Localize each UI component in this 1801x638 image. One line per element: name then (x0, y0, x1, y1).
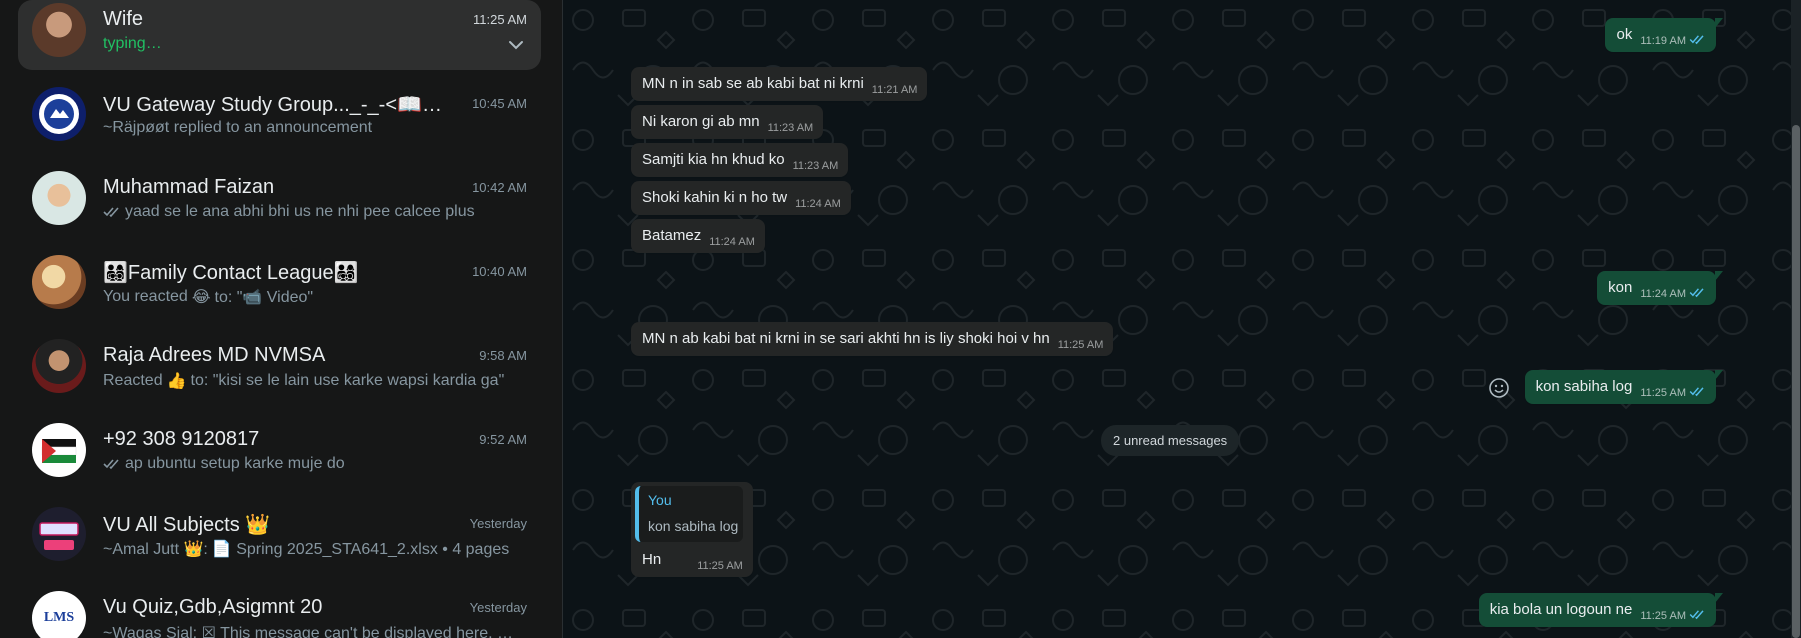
message-text: MN n in sab se ab kabi bat ni krni (642, 75, 864, 92)
quoted-message[interactable]: You kon sabiha log (635, 486, 743, 542)
message-time: 11:21 AM (871, 84, 918, 96)
chat-item-vu-gateway[interactable]: VU Gateway Study Group..._-_-<📖🕵️‍♂️✨...… (18, 84, 541, 154)
chat-name: VU Gateway Study Group..._-_-<📖🕵️‍♂️✨... (103, 94, 463, 116)
message-text: kon sabiha log (1535, 378, 1633, 395)
thumbs-up-emoji-icon: 👍 (166, 373, 187, 390)
read-receipt-icon (1689, 288, 1704, 298)
chat-preview: ap ubuntu setup karke muje do (103, 455, 523, 473)
chat-item-muhammad-faizan[interactable]: Muhammad Faizan 10:42 AM yaad se le ana … (18, 168, 541, 238)
chat-item-phone-number[interactable]: +92 308 9120817 9:52 AM ap ubuntu setup … (18, 420, 541, 490)
chat-time: Yesterday (469, 516, 527, 531)
chat-preview: ~Waqas Sial: ☒ This message can't be dis… (103, 625, 523, 638)
message-outgoing[interactable]: kia bola un logoun ne 11:25 AM (1478, 593, 1724, 627)
avatar (32, 3, 86, 57)
conversation-pane: ok 11:19 AM MN n in sab se ab kabi bat ni… (563, 0, 1801, 638)
message-meta: 11:25 AM (1640, 607, 1706, 626)
message-incoming-reply[interactable]: You kon sabiha log Hn 11:25 AM (631, 482, 753, 577)
chat-list: Wife 11:25 AM typing… VU Gateway Study G… (0, 0, 563, 638)
message-text: Shoki kahin ki n ho tw (642, 189, 788, 206)
laughing-emoji-icon: 😂 (191, 289, 211, 306)
avatar (32, 171, 86, 225)
message-outgoing[interactable]: kon sabiha log 11:25 AM (1524, 370, 1724, 404)
message-outgoing[interactable]: kon 11:24 AM (1597, 271, 1723, 305)
chat-item-wife[interactable]: Wife 11:25 AM typing… (18, 0, 541, 70)
message-text: ok (1616, 26, 1633, 43)
message-meta: 11:24 AM (1640, 285, 1706, 304)
avatar: LMS (32, 591, 86, 638)
chat-name: Raja Adrees MD NVMSA (103, 344, 326, 366)
quote-text: kon sabiha log (648, 518, 739, 534)
scrollbar-thumb[interactable] (1792, 125, 1800, 638)
message-time: 11:24 AM (709, 236, 755, 248)
chat-preview: You reacted 😂 to: "📹 Video" (103, 288, 314, 306)
chat-time: Yesterday (469, 600, 527, 615)
message-text: Hn (642, 551, 662, 568)
read-receipt-icon (1689, 387, 1704, 397)
avatar (32, 339, 86, 393)
message-time: 11:23 AM (767, 122, 814, 134)
double-check-icon (103, 459, 119, 470)
message-incoming[interactable]: Ni karon gi ab mn 11:23 AM (631, 105, 824, 139)
message-time: 11:24 AM (795, 198, 841, 210)
message-incoming[interactable]: Shoki kahin ki n ho tw 11:24 AM (631, 181, 851, 215)
message-text: Ni karon gi ab mn (642, 113, 760, 130)
read-receipt-icon (1689, 35, 1704, 45)
chat-name: 👨‍👩‍👧‍👦Family Contact League👨‍👩‍👧‍👦 (103, 262, 359, 284)
chat-time: 9:58 AM (479, 348, 527, 363)
message-text: MN n ab kabi bat ni krni in se sari akht… (642, 330, 1050, 347)
chat-name: +92 308 9120817 (103, 428, 260, 450)
avatar (32, 423, 86, 477)
chat-name: VU All Subjects 👑 (103, 514, 271, 536)
chat-preview: yaad se le ana abhi bhi us ne nhi pee ca… (103, 203, 523, 221)
double-check-icon (103, 207, 119, 218)
chat-item-family-contact-league[interactable]: 👨‍👩‍👧‍👦Family Contact League👨‍👩‍👧‍👦 10:4… (18, 252, 541, 322)
chat-preview: ~Amal Jutt 👑: 📄 Spring 2025_STA641_2.xls… (103, 541, 510, 558)
message-incoming[interactable]: Batamez 11:24 AM (631, 219, 765, 253)
message-meta: 11:19 AM (1640, 32, 1706, 51)
avatar (32, 507, 86, 561)
quote-author: You (648, 492, 672, 508)
chat-time: 10:42 AM (472, 180, 527, 195)
chat-name: Vu Quiz,Gdb,Asigmnt 20 (103, 596, 323, 618)
chat-preview: ~Räjpøøt replied to an announcement (103, 119, 373, 136)
message-incoming[interactable]: MN n ab kabi bat ni krni in se sari akht… (631, 322, 1114, 356)
message-incoming[interactable]: Samjti kia hn khud ko 11:23 AM (631, 143, 849, 177)
chevron-down-icon[interactable] (507, 36, 525, 54)
chat-name: Wife (103, 8, 143, 30)
message-time: 11:25 AM (1057, 339, 1104, 351)
message-text: kon (1608, 279, 1633, 296)
avatar (32, 87, 86, 141)
message-outgoing[interactable]: ok 11:19 AM (1605, 18, 1723, 52)
message-text: Samjti kia hn khud ko (642, 151, 785, 168)
unread-divider: 2 unread messages (1101, 425, 1240, 456)
chat-item-vu-quiz[interactable]: LMS Vu Quiz,Gdb,Asigmnt 20 Yesterday ~Wa… (18, 588, 541, 638)
chat-preview: typing… (103, 35, 162, 52)
chat-time: 10:40 AM (472, 264, 527, 279)
message-text: Batamez (642, 227, 702, 244)
message-text: kia bola un logoun ne (1489, 601, 1633, 618)
chat-name: Muhammad Faizan (103, 176, 275, 198)
message-time: 11:23 AM (792, 160, 839, 172)
chat-time: 11:25 AM (473, 12, 527, 27)
message-meta: 11:25 AM (1640, 384, 1706, 403)
chat-preview: Reacted 👍 to: "kisi se le lain use karke… (103, 372, 505, 390)
chat-item-vu-all-subjects[interactable]: VU All Subjects 👑 Yesterday ~Amal Jutt 👑… (18, 504, 541, 574)
message-time: 11:25 AM (697, 560, 743, 572)
emoji-react-icon[interactable] (1488, 377, 1510, 399)
lms-logo: LMS (43, 610, 75, 625)
chat-time: 10:45 AM (472, 96, 527, 111)
scrollbar[interactable] (1791, 0, 1801, 638)
chat-time: 9:52 AM (479, 432, 527, 447)
avatar (32, 255, 86, 309)
read-receipt-icon (1689, 610, 1704, 620)
chat-item-raja-adrees[interactable]: Raja Adrees MD NVMSA 9:58 AM Reacted 👍 t… (18, 336, 541, 406)
message-incoming[interactable]: MN n in sab se ab kabi bat ni krni 11:21 … (631, 67, 928, 101)
